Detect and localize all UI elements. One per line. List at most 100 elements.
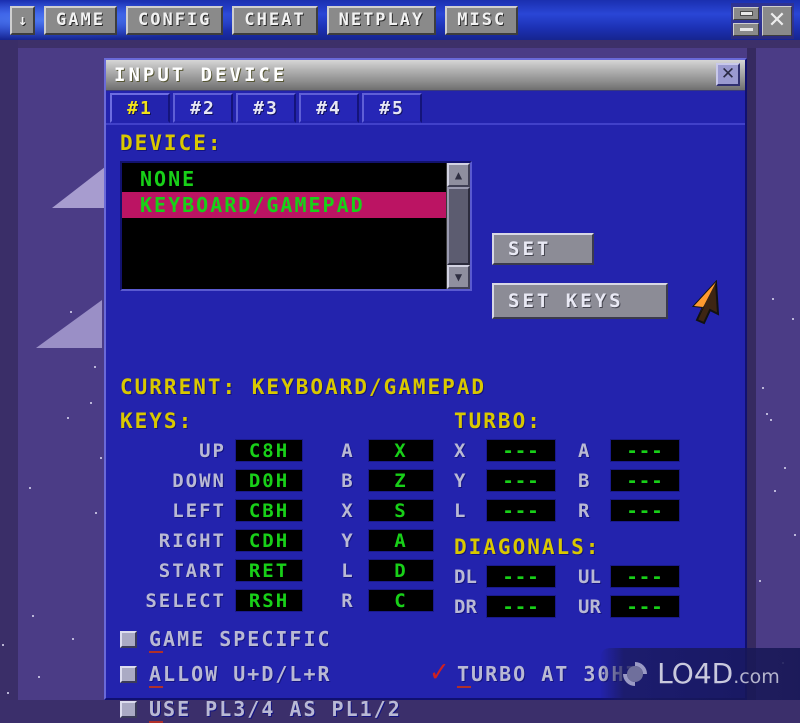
tab-strip: #1 #2 #3 #4 #5: [106, 91, 745, 125]
button-value[interactable]: C: [368, 589, 434, 612]
button-label: L: [341, 559, 353, 582]
device-listbox[interactable]: NONE KEYBOARD/GAMEPAD ▲ ▼: [120, 161, 472, 291]
diagonals-section-label: DIAGONALS:: [454, 535, 601, 559]
button-row-l: L D: [334, 557, 434, 584]
device-list[interactable]: NONE KEYBOARD/GAMEPAD: [122, 163, 446, 289]
turbo-value[interactable]: ---: [610, 439, 680, 462]
key-value[interactable]: CDH: [235, 529, 303, 552]
list-item[interactable]: KEYBOARD/GAMEPAD: [122, 192, 446, 218]
checkmark-icon: ✓: [429, 656, 450, 688]
star: [100, 457, 102, 459]
tab-player-5[interactable]: #5: [362, 93, 422, 123]
restore-icon[interactable]: [733, 6, 759, 20]
set-button[interactable]: SET: [492, 233, 594, 265]
button-value[interactable]: Z: [368, 469, 434, 492]
turbo-row-r: R ---: [578, 497, 680, 524]
star: [784, 467, 786, 469]
tab-player-2[interactable]: #2: [173, 93, 233, 123]
diagonal-label: UL: [578, 565, 601, 588]
key-row-down: DOWN D0H: [106, 467, 303, 494]
star: [772, 298, 774, 300]
turbo-value[interactable]: ---: [486, 499, 556, 522]
dialog-close-icon[interactable]: ✕: [716, 63, 740, 86]
key-row-select: SELECT RSH: [106, 587, 303, 614]
key-value[interactable]: CBH: [235, 499, 303, 522]
turbo-row-l: L ---: [454, 497, 556, 524]
diagonal-label: UR: [578, 595, 601, 618]
menu-item-game[interactable]: GAME: [44, 5, 117, 35]
button-value[interactable]: A: [368, 529, 434, 552]
scroll-up-icon[interactable]: ▲: [447, 163, 470, 187]
turbo-value[interactable]: ---: [610, 469, 680, 492]
key-row-start: START RET: [106, 557, 303, 584]
star: [7, 692, 9, 694]
diagonal-value[interactable]: ---: [486, 595, 556, 618]
diagonal-value[interactable]: ---: [610, 565, 680, 588]
tab-player-4[interactable]: #4: [299, 93, 359, 123]
menu-item-netplay[interactable]: NETPLAY: [326, 5, 437, 35]
input-device-dialog: INPUT DEVICE ✕ #1 #2 #3 #4 #5 DEVICE: NO…: [104, 58, 747, 723]
star: [774, 490, 776, 492]
button-row-a: A X: [334, 437, 434, 464]
diagonal-value[interactable]: ---: [610, 595, 680, 618]
window-controls: ✕: [731, 3, 794, 39]
menu-collapse-arrow-button[interactable]: ↓: [10, 5, 36, 35]
diagonal-row-ur: UR ---: [578, 593, 680, 620]
key-label: LEFT: [172, 499, 226, 522]
scroll-down-icon[interactable]: ▼: [447, 265, 470, 289]
turbo-label: L: [454, 499, 466, 522]
turbo-value[interactable]: ---: [610, 499, 680, 522]
scrollbar-thumb[interactable]: [447, 187, 470, 265]
dialog-title: INPUT DEVICE: [114, 64, 288, 86]
set-keys-button[interactable]: SET KEYS: [492, 283, 668, 319]
button-value[interactable]: D: [368, 559, 434, 582]
device-section-label: DEVICE:: [120, 131, 223, 155]
star: [32, 615, 34, 617]
minimize-icon[interactable]: [733, 22, 759, 36]
button-label: B: [341, 469, 353, 492]
button-label: Y: [341, 529, 353, 552]
checkbox-box[interactable]: [120, 665, 137, 683]
checkbox-game-specific[interactable]: GAME SPECIFIC: [120, 627, 332, 653]
checkbox-use-pl34-as-pl12[interactable]: USE PL3/4 AS PL1/2: [120, 697, 402, 723]
button-value[interactable]: X: [368, 439, 434, 462]
checkbox-allow-updown-leftright[interactable]: ALLOW U+D/L+R: [120, 662, 332, 688]
checkbox-label: GAME SPECIFIC: [149, 627, 332, 653]
turbo-value[interactable]: ---: [486, 439, 556, 462]
tab-player-3[interactable]: #3: [236, 93, 296, 123]
device-list-scrollbar[interactable]: ▲ ▼: [446, 163, 470, 289]
close-icon[interactable]: ✕: [762, 6, 792, 36]
desktop-left-strip: [0, 34, 18, 700]
menu-item-config[interactable]: CONFIG: [125, 5, 224, 35]
tab-player-1[interactable]: #1: [110, 93, 170, 123]
key-value[interactable]: RET: [235, 559, 303, 582]
star: [72, 638, 74, 640]
menu-item-misc[interactable]: MISC: [445, 5, 519, 35]
turbo-row-x: X ---: [454, 437, 556, 464]
dialog-titlebar[interactable]: INPUT DEVICE ✕: [106, 60, 745, 91]
button-label: X: [341, 499, 353, 522]
key-row-right: RIGHT CDH: [106, 527, 303, 554]
checkbox-box[interactable]: ✓: [428, 659, 449, 686]
star: [770, 419, 772, 421]
key-value[interactable]: D0H: [235, 469, 303, 492]
key-row-up: UP C8H: [106, 437, 303, 464]
mountain-shape-2: [36, 300, 102, 348]
button-value[interactable]: S: [368, 499, 434, 522]
checkbox-box[interactable]: [120, 630, 137, 648]
key-label: SELECT: [145, 589, 226, 612]
lo4d-watermark-text: LO4D.com: [657, 657, 780, 690]
key-value[interactable]: C8H: [235, 439, 303, 462]
lo4d-watermark: LO4D.com: [600, 648, 800, 700]
turbo-label: A: [578, 439, 590, 462]
checkbox-box[interactable]: [120, 700, 137, 718]
turbo-row-y: Y ---: [454, 467, 556, 494]
turbo-value[interactable]: ---: [486, 469, 556, 492]
star: [38, 676, 40, 678]
key-label: START: [158, 559, 226, 582]
star: [759, 580, 761, 582]
list-item[interactable]: NONE: [122, 166, 446, 192]
diagonal-value[interactable]: ---: [486, 565, 556, 588]
key-value[interactable]: RSH: [235, 589, 303, 612]
menu-item-cheat[interactable]: CHEAT: [232, 5, 318, 35]
